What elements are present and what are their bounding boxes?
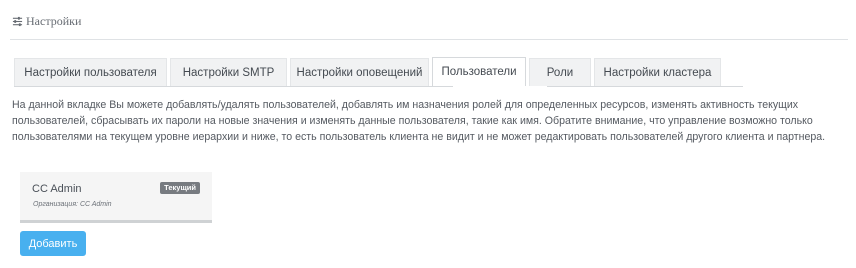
tabs-baseline <box>14 86 743 87</box>
user-card[interactable]: CC Admin Текущий Организация: CC Admin <box>20 172 212 223</box>
tab-smtp-settings[interactable]: Настройки SMTP <box>170 58 287 87</box>
page-header: Настройки <box>12 12 81 30</box>
user-name: CC Admin <box>32 183 82 195</box>
user-organization: Организация: CC Admin <box>33 201 112 208</box>
tab-users[interactable]: Пользователи <box>432 57 526 87</box>
tab-user-settings[interactable]: Настройки пользователя <box>14 58 167 87</box>
tab-cluster-settings[interactable]: Настройки кластера <box>594 58 721 87</box>
active-tab-gap <box>453 86 547 87</box>
add-user-button[interactable]: Добавить <box>20 231 86 256</box>
users-tab-description: На данной вкладке Вы можете добавлять/уд… <box>12 99 826 143</box>
tab-roles[interactable]: Роли <box>529 58 591 87</box>
page-title: Настройки <box>26 13 82 28</box>
current-user-badge: Текущий <box>160 182 200 194</box>
settings-tabs: Настройки пользователя Настройки SMTP На… <box>14 57 724 87</box>
sliders-icon <box>12 16 23 26</box>
header-divider <box>10 39 848 40</box>
tab-notification-settings[interactable]: Настройки оповещений <box>290 58 429 87</box>
